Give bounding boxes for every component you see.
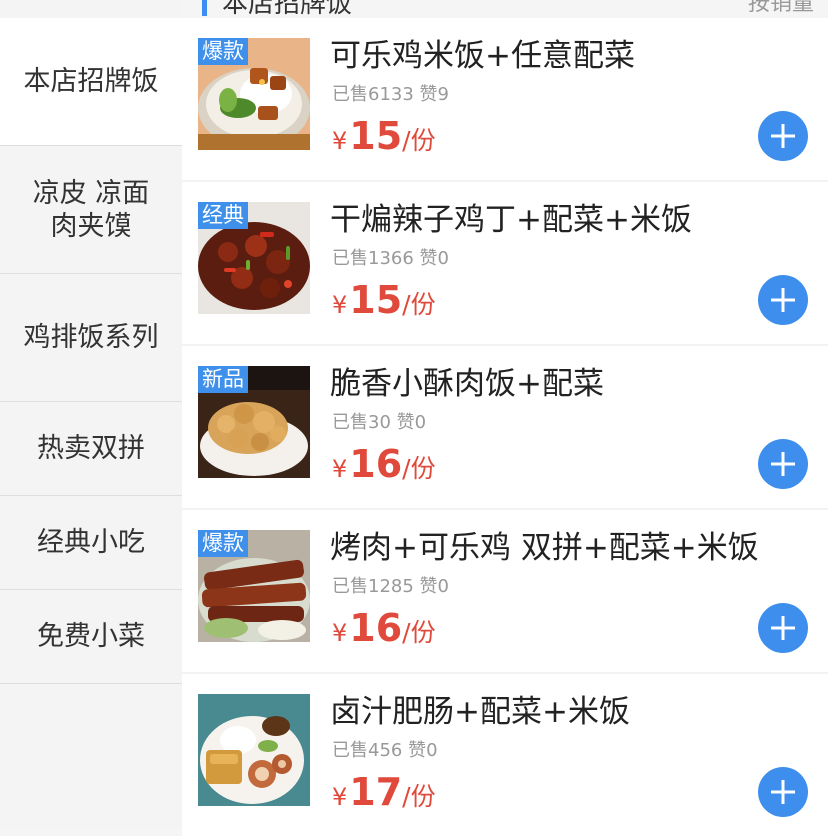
product-badge: 新品 [198, 366, 248, 393]
currency-symbol: ¥ [332, 455, 348, 483]
sort-label[interactable]: 按销量 [748, 0, 814, 18]
product-list: 本店招牌饭 按销量 爆款 可乐鸡米饭+任意配菜 已售6133 赞9 ¥15/份 … [182, 0, 828, 836]
product-price: ¥15/份 [332, 278, 436, 330]
product-card[interactable]: 爆款 烤肉+可乐鸡 双拼+配菜+米饭 已售1285 赞0 ¥16/份 [182, 510, 828, 672]
sidebar-item-signature-rice[interactable]: 本店招牌饭 [0, 18, 182, 146]
sidebar-item-label: 本店招牌饭 [23, 66, 159, 97]
plus-icon [771, 780, 795, 804]
product-name[interactable]: 烤肉+可乐鸡 双拼+配菜+米饭 [330, 528, 759, 568]
sidebar-item-classic-snacks[interactable]: 经典小吃 [0, 496, 182, 590]
product-image-crispy-pork[interactable]: 新品 [198, 366, 310, 478]
price-amount: 15 [349, 278, 403, 322]
product-name[interactable]: 干煸辣子鸡丁+配菜+米饭 [330, 200, 692, 240]
product-image-spicy-chicken[interactable]: 经典 [198, 202, 310, 314]
sidebar-item-label: 凉皮 凉面 肉夹馍 [32, 177, 150, 242]
product-card[interactable]: 爆款 可乐鸡米饭+任意配菜 已售6133 赞9 ¥15/份 [182, 18, 828, 180]
plus-icon [771, 124, 795, 148]
price-amount: 15 [349, 114, 403, 158]
product-price: ¥15/份 [332, 114, 436, 166]
sidebar-item-label: 热卖双拼 [37, 433, 145, 464]
category-sidebar: 本店招牌饭 凉皮 凉面 肉夹馍 鸡排饭系列 热卖双拼 经典小吃 免费小菜 [0, 0, 182, 828]
product-price: ¥16/份 [332, 442, 436, 494]
plus-icon [771, 452, 795, 476]
add-to-cart-button[interactable] [758, 111, 808, 161]
product-image-braised-intestine[interactable] [198, 694, 310, 806]
product-card[interactable]: 新品 脆香小酥肉饭+配菜 已售30 赞0 ¥16/份 [182, 346, 828, 508]
price-unit: /份 [402, 782, 436, 811]
currency-symbol: ¥ [332, 291, 348, 319]
currency-symbol: ¥ [332, 127, 348, 155]
product-card[interactable]: 经典 干煸辣子鸡丁+配菜+米饭 已售1366 赞0 ¥15/份 [182, 182, 828, 344]
add-to-cart-button[interactable] [758, 767, 808, 817]
product-name[interactable]: 卤汁肥肠+配菜+米饭 [330, 692, 630, 732]
plus-icon [771, 616, 795, 640]
section-title: 本店招牌饭 [222, 0, 353, 18]
add-to-cart-button[interactable] [758, 603, 808, 653]
add-to-cart-button[interactable] [758, 439, 808, 489]
price-unit: /份 [402, 126, 436, 155]
product-image-cola-chicken-rice[interactable]: 爆款 [198, 38, 310, 150]
currency-symbol: ¥ [332, 619, 348, 647]
product-stats: 已售6133 赞9 [332, 84, 449, 105]
price-amount: 17 [349, 770, 403, 814]
price-amount: 16 [349, 606, 403, 650]
section-accent-bar [202, 0, 207, 16]
product-name[interactable]: 可乐鸡米饭+任意配菜 [330, 36, 635, 76]
product-badge: 爆款 [198, 38, 248, 65]
currency-symbol: ¥ [332, 783, 348, 811]
product-badge: 爆款 [198, 530, 248, 557]
product-price: ¥16/份 [332, 606, 436, 658]
price-unit: /份 [402, 454, 436, 483]
section-header: 本店招牌饭 按销量 [182, 0, 828, 18]
product-stats: 已售456 赞0 [332, 740, 438, 761]
sidebar-item-label: 免费小菜 [37, 621, 145, 652]
sidebar-item-chicken-cutlet-rice[interactable]: 鸡排饭系列 [0, 274, 182, 402]
sidebar-item-cold-noodles[interactable]: 凉皮 凉面 肉夹馍 [0, 146, 182, 274]
product-stats: 已售1285 赞0 [332, 576, 449, 597]
product-image-bbq-combo[interactable]: 爆款 [198, 530, 310, 642]
plus-icon [771, 288, 795, 312]
sidebar-item-label: 鸡排饭系列 [23, 322, 159, 353]
product-badge: 经典 [198, 202, 248, 229]
price-unit: /份 [402, 618, 436, 647]
price-unit: /份 [402, 290, 436, 319]
sidebar-item-hot-combo[interactable]: 热卖双拼 [0, 402, 182, 496]
product-price: ¥17/份 [332, 770, 436, 822]
price-amount: 16 [349, 442, 403, 486]
product-stats: 已售1366 赞0 [332, 248, 449, 269]
product-stats: 已售30 赞0 [332, 412, 427, 433]
sidebar-item-free-sides[interactable]: 免费小菜 [0, 590, 182, 684]
sidebar-item-label: 经典小吃 [37, 527, 145, 558]
product-name[interactable]: 脆香小酥肉饭+配菜 [330, 364, 604, 404]
product-card[interactable]: 卤汁肥肠+配菜+米饭 已售456 赞0 ¥17/份 [182, 674, 828, 836]
add-to-cart-button[interactable] [758, 275, 808, 325]
